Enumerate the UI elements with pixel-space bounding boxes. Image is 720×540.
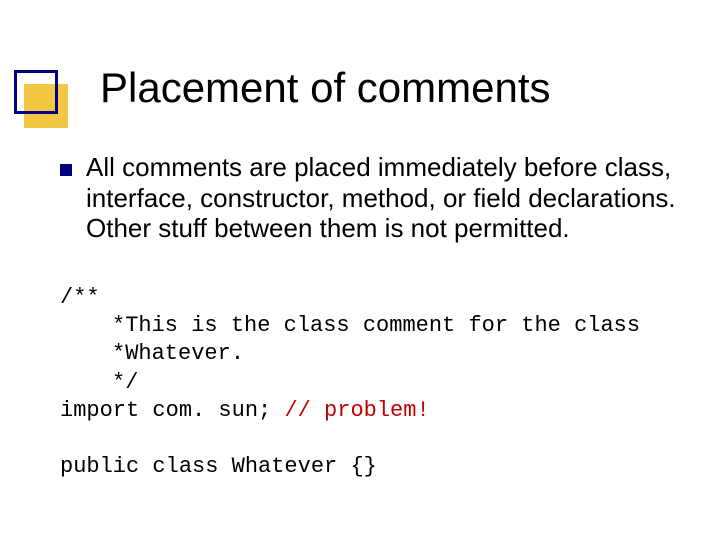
code-line: import com. sun; // problem! — [60, 398, 430, 423]
problem-comment: // problem! — [284, 398, 429, 423]
code-block: /** *This is the class comment for the c… — [60, 256, 680, 509]
slide: Placement of comments All comments are p… — [0, 0, 720, 540]
bullet-item: All comments are placed immediately befo… — [60, 152, 680, 244]
square-bullet-icon — [60, 164, 72, 176]
bullet-text: All comments are placed immediately befo… — [86, 152, 680, 244]
slide-body: All comments are placed immediately befo… — [60, 152, 680, 509]
code-line: /** — [60, 285, 100, 310]
code-text: import com. sun; — [60, 398, 284, 423]
code-line: *Whatever. — [112, 341, 244, 366]
code-line: *This is the class comment for the class — [112, 313, 640, 338]
navy-square-outline-icon — [14, 70, 58, 114]
slide-title: Placement of comments — [100, 64, 551, 112]
code-line: */ — [112, 370, 138, 395]
code-line: public class Whatever {} — [60, 454, 377, 479]
blank-line — [60, 426, 73, 451]
